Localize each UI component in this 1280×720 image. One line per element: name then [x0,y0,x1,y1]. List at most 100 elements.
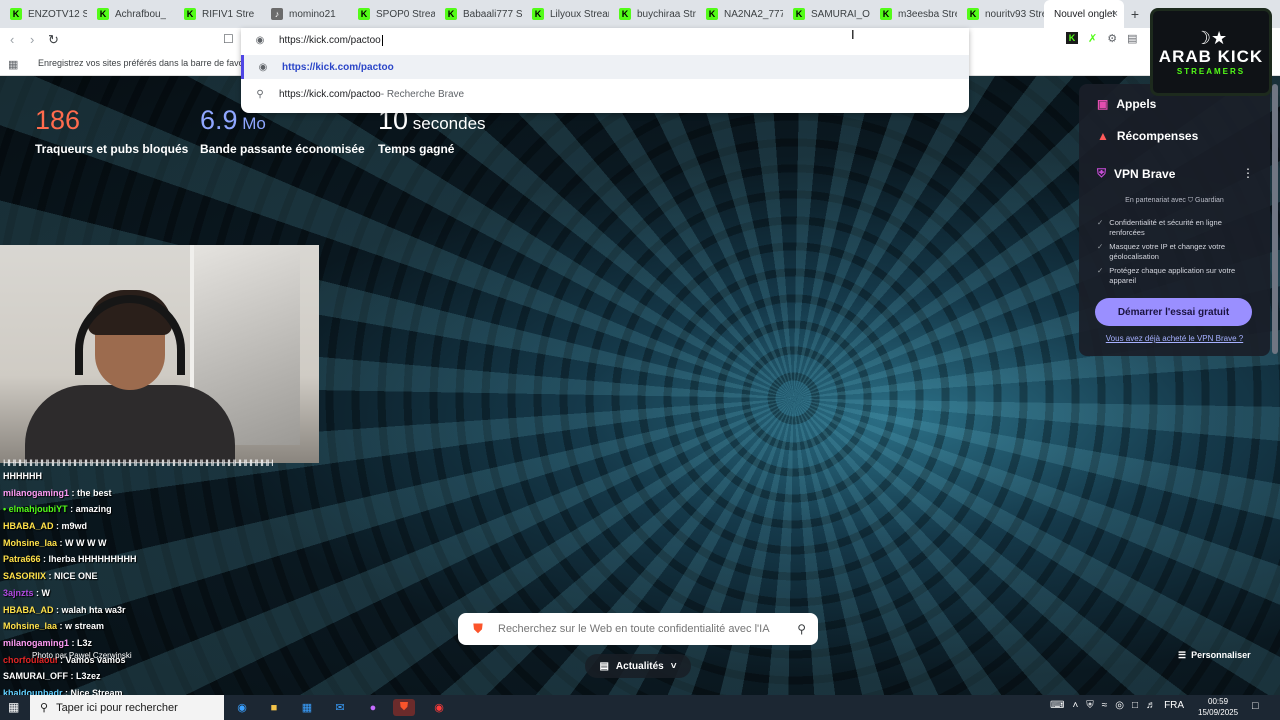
address-input[interactable]: ◉ https://kick.com/pactoo [241,28,969,52]
web-search-bar[interactable]: ⛊ ⚲ [458,613,818,645]
kick-favicon-icon: K [706,8,718,20]
photo-credit[interactable]: Photo par Pawel Czerwinski [32,651,132,660]
search-input[interactable] [498,623,783,635]
kick-extension-icon[interactable]: K [1066,32,1078,44]
chat-text: : m9wd [53,521,88,532]
tab-new-tab[interactable]: Nouvel onglet × [1044,0,1124,28]
tab-7[interactable]: Kbuychiraa Strea [609,0,696,28]
more-options-icon[interactable]: ⋮ [1242,166,1254,180]
tab-1[interactable]: K Achrafbou_ [87,0,174,28]
shield-icon: ⛨ [1097,166,1107,180]
kick-favicon-icon: K [532,8,544,20]
vpn-partner: En partenariat avec ⛉ Guardian [1125,197,1224,204]
newspaper-icon: ▤ [599,660,609,672]
forward-arrow-icon[interactable]: › [30,32,34,47]
clock-date: 15/09/2025 [1198,708,1239,717]
vpn-purchased-link[interactable]: Vous avez déjà acheté le VPN Brave ? [1079,334,1270,343]
apps-grid-icon[interactable]: ▦ [8,58,18,71]
tab-label: Nouvel onglet [1054,8,1116,20]
recompenses-button[interactable]: ▲ Récompenses [1097,129,1198,143]
search-icon[interactable]: ⚲ [797,622,806,636]
taskbar: ▦ ⚲ Taper ici pour rechercher ◉ ■ ▦ ✉ ● … [0,695,1280,720]
stat-caption: Traqueurs et pubs bloqués [35,142,189,156]
recompenses-label: Récompenses [1116,129,1199,143]
volume-icon[interactable]: ♬ [1146,700,1156,711]
sidebar-icon[interactable]: ▤ [1127,32,1137,45]
chat-text: : W W W W [57,537,107,548]
monitor-icon[interactable]: □ [1132,700,1138,711]
bookmark-icon[interactable]: ☐ [223,32,234,46]
obs-icon[interactable]: ◉ [430,699,448,716]
chat-username: 3ajnzts [3,587,34,598]
bookmarks-hint[interactable]: Enregistrez vos sites préférés dans la b… [38,58,274,68]
chat-text: : w stream [57,621,105,632]
tab-5[interactable]: K Babaali777 Stre [435,0,522,28]
file-explorer-icon[interactable]: ■ [265,699,283,716]
vpn-feature: ✓ Protégez chaque application sur votre a… [1097,266,1257,286]
omnibox-dropdown: ◉ https://kick.com/pactoo ◉ https://kick… [241,28,969,113]
chat-text: : NICE ONE [46,571,98,582]
chat-separator: НННННННННННННННННННННННННННННННННННННННН… [3,458,273,468]
mail-icon[interactable]: ✉ [331,699,349,716]
shield-tray-icon[interactable]: ⛨ [1086,700,1094,711]
chat-message: Mohsine_laa : W W W W [3,535,343,552]
chat-text: : walah hta wa3r [53,604,126,615]
windows-start-icon[interactable]: ▦ [8,700,19,714]
brave-taskbar-icon[interactable]: ⛊ [393,699,415,716]
suggestion-url[interactable]: ◉ https://kick.com/pactoo [241,55,969,79]
back-arrow-icon[interactable]: ‹ [10,32,14,47]
customize-button[interactable]: ☰ Personnaliser [1178,650,1251,661]
chat-message: SAMURAI_OFF : L3zez [3,668,343,685]
reload-icon[interactable]: ↻ [48,32,59,48]
tab-11[interactable]: Knouritv93 Strea [957,0,1044,28]
taskbar-search[interactable]: ⚲ Taper ici pour rechercher [30,695,224,720]
tab-10[interactable]: Km3eesba Strea [870,0,957,28]
discord-icon[interactable]: ● [364,699,382,716]
kick-small-icon[interactable]: ✗ [1088,32,1097,45]
new-tab-button[interactable]: + [1124,6,1146,22]
kick-favicon-icon: K [619,8,631,20]
chevron-up-icon[interactable]: ˄ [1072,700,1078,711]
vpn-feature-text: Masquez votre IP et changez votre géoloc… [1109,242,1226,261]
tab-3[interactable]: ♪ momino21 [261,0,348,28]
vpn-feature-text: Protégez chaque application sur votre ap… [1109,266,1236,285]
search-icon: ⚲ [256,88,264,100]
tab-4[interactable]: K SPOP0 Strea [348,0,435,28]
edge-icon[interactable]: ◉ [233,699,251,716]
tab-label: Babaali777 Stre [463,8,522,20]
tab-8[interactable]: K NA2NA2_777 S [696,0,783,28]
microphone-icon[interactable]: ◎ [1115,700,1124,711]
store-icon[interactable]: ▦ [298,699,316,716]
scrollbar[interactable] [1272,84,1278,354]
start-trial-button[interactable]: Démarrer l'essai gratuit [1095,298,1252,326]
language-indicator[interactable]: FRA [1164,700,1184,711]
triangle-icon: ▲ [1097,129,1109,143]
tab-9[interactable]: K SAMURAI_OFF [783,0,870,28]
tab-label: Achrafbou_ [115,8,167,20]
brave-lion-icon: ⛊ [473,621,483,636]
chat-username: HHHHHH [3,471,42,481]
taskbar-search-text: Taper ici pour rechercher [56,701,178,714]
puzzle-icon[interactable]: ⚙ [1107,32,1117,45]
tab-2[interactable]: K RIFIV1 Stre [174,0,261,28]
extensions-area: K ✗ ⚙ ▤ [1066,32,1138,45]
network-icon[interactable]: ≈ [1102,700,1108,711]
chat-text: : lherba HHHHHHHHH [40,554,137,565]
notification-icon[interactable]: □ [1252,700,1259,712]
webcam-overlay [0,245,319,463]
tab-6[interactable]: K Lilyoux Stream [522,0,609,28]
clock[interactable]: 00:59 15/09/2025 [1198,696,1238,718]
suggestion-search-text: https://kick.com/pactoo [279,88,381,100]
close-icon[interactable]: × [1112,8,1118,20]
suggestion-search[interactable]: ⚲ https://kick.com/pactoo - Recherche Br… [241,82,969,106]
tab-0[interactable]: K ENZOTV12 Stre [0,0,87,28]
appels-button[interactable]: ▣ Appels [1097,97,1156,111]
speaker-icon: ♪ [271,8,283,20]
suggestion-url-text: https://kick.com/pactoo [282,61,394,73]
customize-label: Personnaliser [1191,650,1251,660]
news-button[interactable]: ▤ Actualités ˅ [585,654,691,678]
chat-username: • elmahjoubiYT [3,504,68,515]
chat-message: HBABA_AD : walah hta wa3r [3,602,343,619]
kick-favicon-icon: K [97,8,109,20]
keyboard-icon[interactable]: ⌨ [1050,700,1064,711]
